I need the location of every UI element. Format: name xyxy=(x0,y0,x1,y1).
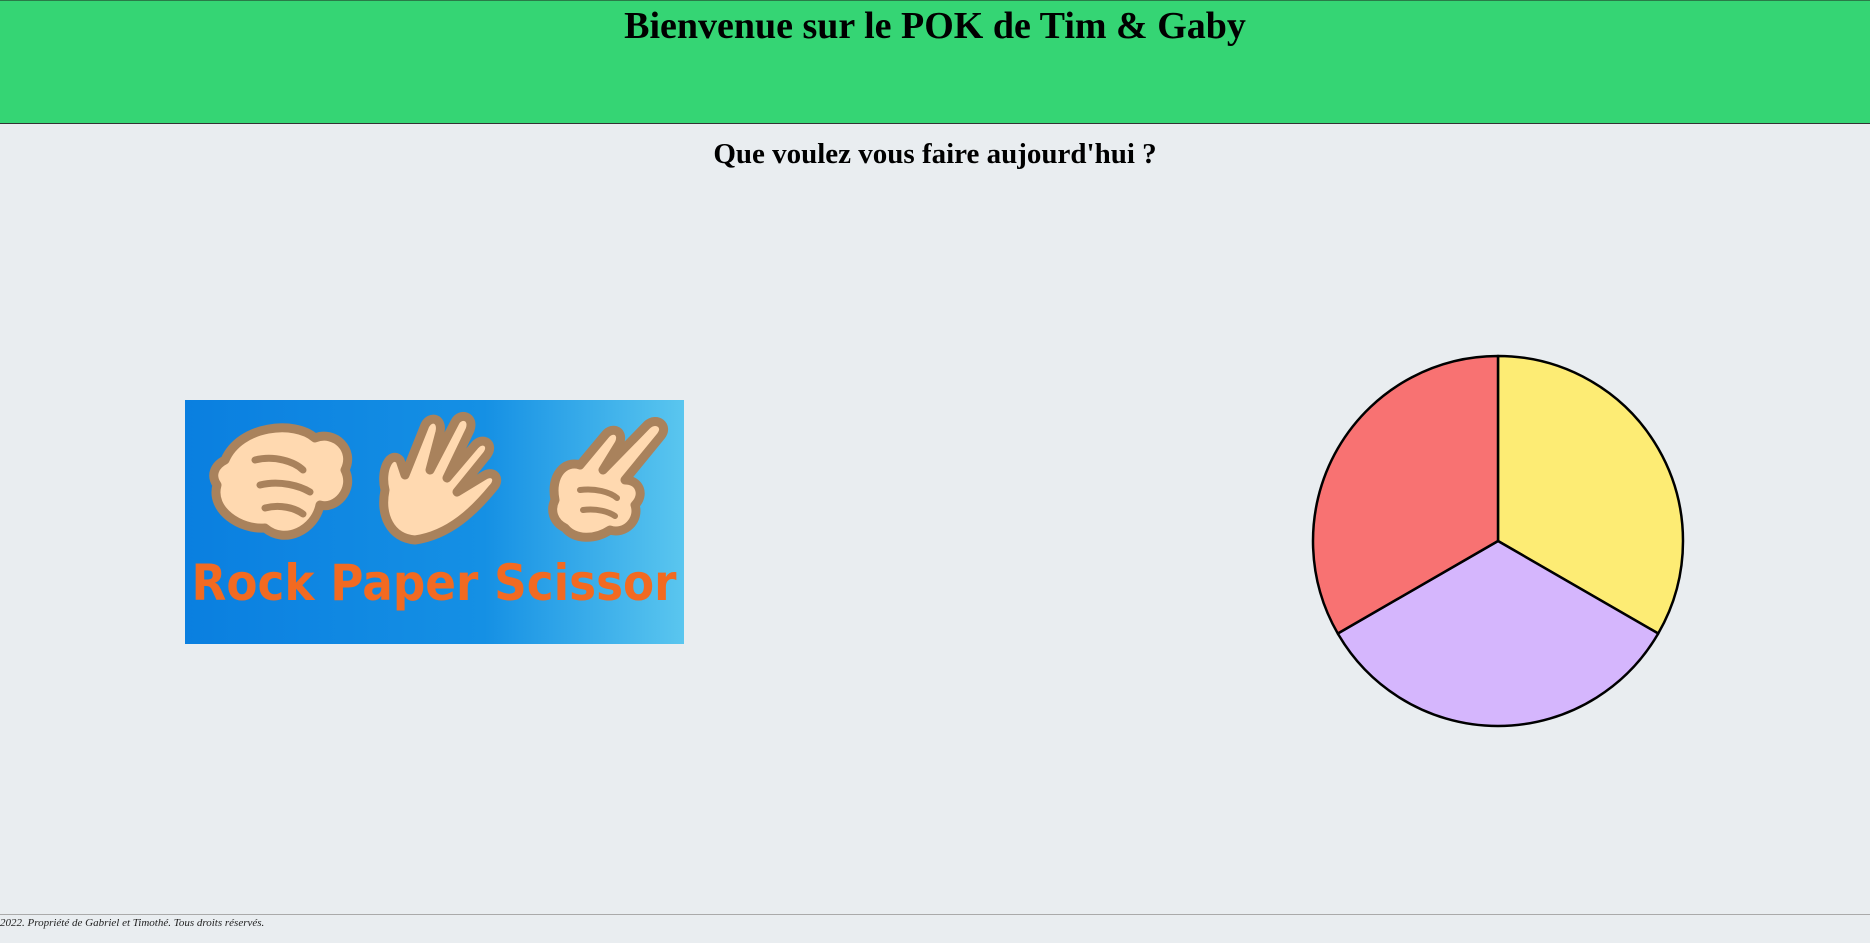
wheel-image xyxy=(1311,354,1685,728)
copyright-text: 2022. Propriété de Gabriel et Timothé. T… xyxy=(0,917,265,929)
page-header: Bienvenue sur le POK de Tim & Gaby xyxy=(0,0,1870,124)
rock-paper-scissor-game-link[interactable]: Rock Paper Scissor xyxy=(185,400,684,644)
page-title: Bienvenue sur le POK de Tim & Gaby xyxy=(624,5,1246,47)
rock-paper-scissor-label: Rock Paper Scissor xyxy=(192,554,677,612)
rock-paper-scissor-image: Rock Paper Scissor xyxy=(185,400,684,644)
page-footer: 2022. Propriété de Gabriel et Timothé. T… xyxy=(0,914,1870,943)
wheel-game-link[interactable] xyxy=(1310,353,1686,729)
wheel-slices xyxy=(1311,354,1685,728)
page-subtitle: Que voulez vous faire aujourd'hui ? xyxy=(713,138,1157,170)
